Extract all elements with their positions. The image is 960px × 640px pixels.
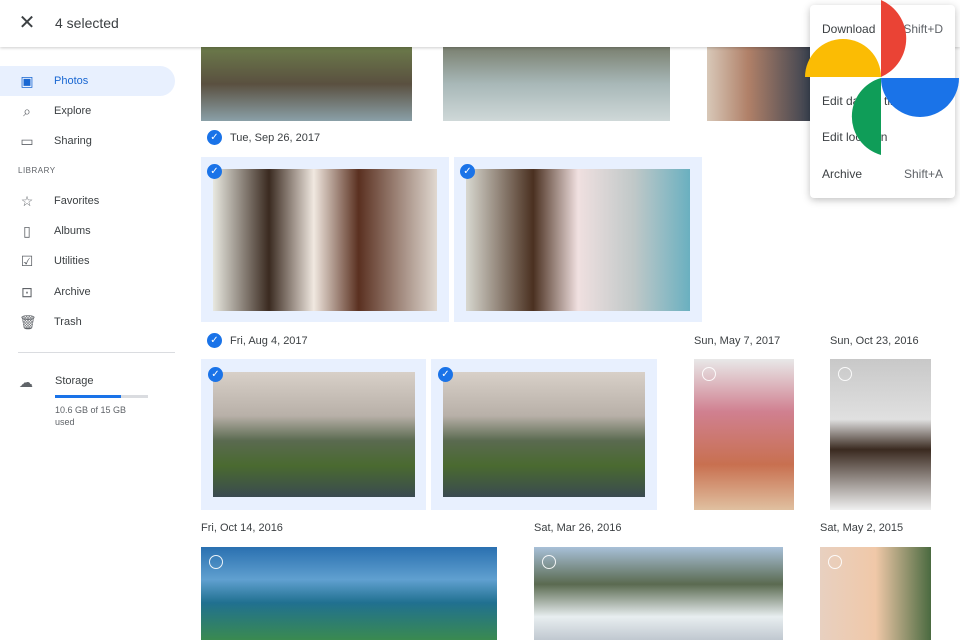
photo[interactable] [694, 359, 794, 510]
selected-count: 4 selected [55, 15, 119, 31]
date-label: Tue, Sep 26, 2017 [230, 131, 321, 144]
check-icon[interactable]: ✓ [207, 164, 222, 179]
google-photos-logo [805, 0, 959, 155]
storage-usage: 10.6 GB of 15 GB used [55, 405, 127, 427]
photo-icon: ▣ [20, 72, 34, 89]
storage-bar [55, 395, 148, 398]
date-label: Sat, Mar 26, 2016 [534, 522, 622, 534]
sidebar-item-label: Utilities [54, 255, 90, 267]
logo-petal-yellow [805, 39, 881, 77]
check-icon[interactable]: ✓ [207, 130, 222, 145]
checkbox-icon: ☑ [20, 252, 34, 269]
photo[interactable] [830, 359, 931, 510]
selected-photo-tile[interactable]: ✓ [201, 157, 449, 322]
date-group-header[interactable]: ✓ Fri, Aug 4, 2017 [207, 333, 308, 348]
archive-icon: ⊡ [21, 283, 33, 300]
date-label: Fri, Oct 14, 2016 [201, 522, 283, 534]
sidebar-item-albums[interactable]: ▯ Albums [0, 216, 175, 246]
sidebar-item-archive[interactable]: ⊡ Archive [0, 277, 175, 307]
album-icon: ▯ [23, 222, 31, 239]
logo-petal-blue [881, 78, 959, 117]
photo [466, 169, 690, 311]
photo[interactable] [534, 547, 783, 640]
sidebar-item-sharing[interactable]: ▭ Sharing [0, 126, 175, 156]
sidebar-item-label: Archive [54, 286, 91, 298]
select-circle-icon[interactable] [542, 555, 556, 569]
menu-item-archive[interactable]: Archive Shift+A [822, 167, 943, 181]
star-icon: ☆ [20, 192, 34, 209]
sidebar-item-favorites[interactable]: ☆ Favorites [0, 186, 175, 216]
storage-label[interactable]: Storage [55, 375, 94, 387]
sidebar-item-utilities[interactable]: ☑ Utilities [0, 246, 175, 276]
photo[interactable] [201, 47, 412, 121]
logo-petal-red [881, 0, 907, 77]
photo[interactable] [820, 547, 931, 640]
sidebar-item-explore[interactable]: ⌕ Explore [0, 96, 175, 126]
cloud-icon: ☁ [19, 374, 33, 390]
trash-icon: 🗑 [19, 313, 37, 330]
check-icon[interactable]: ✓ [460, 164, 475, 179]
date-label: Sun, May 7, 2017 [694, 335, 781, 347]
close-icon[interactable]: ✕ [17, 13, 37, 33]
select-circle-icon[interactable] [838, 367, 852, 381]
date-label: Sat, May 2, 2015 [820, 522, 904, 534]
photo[interactable] [707, 47, 810, 121]
logo-petal-green [851, 78, 881, 155]
date-label: Sun, Oct 23, 2016 [830, 335, 919, 347]
storage-bar-fill [55, 395, 121, 398]
sidebar-item-label: Favorites [54, 195, 100, 207]
select-circle-icon[interactable] [209, 555, 223, 569]
sidebar-item-label: Trash [54, 316, 82, 328]
check-icon[interactable]: ✓ [208, 367, 223, 382]
chat-icon: ▭ [20, 132, 34, 149]
library-heading: LIBRARY [18, 166, 56, 175]
sidebar-divider [18, 352, 175, 353]
check-icon[interactable]: ✓ [438, 367, 453, 382]
date-label: Fri, Aug 4, 2017 [230, 334, 308, 347]
check-icon[interactable]: ✓ [207, 333, 222, 348]
selected-photo-tile[interactable]: ✓ [454, 157, 702, 322]
sidebar-item-trash[interactable]: 🗑 Trash [0, 307, 175, 337]
photo[interactable] [443, 47, 670, 121]
selected-photo-tile[interactable]: ✓ [431, 359, 657, 510]
select-circle-icon[interactable] [828, 555, 842, 569]
date-group-header[interactable]: ✓ Tue, Sep 26, 2017 [207, 130, 320, 145]
sidebar-item-label: Explore [54, 105, 92, 117]
sidebar-item-label: Sharing [54, 135, 92, 147]
photo [213, 372, 415, 497]
selected-photo-tile[interactable]: ✓ [201, 359, 426, 510]
sidebar-item-photos[interactable]: ▣ Photos [0, 66, 175, 96]
photo [443, 372, 645, 497]
select-circle-icon[interactable] [702, 367, 716, 381]
sidebar-item-label: Albums [54, 225, 91, 237]
search-icon: ⌕ [23, 102, 31, 119]
sidebar-item-label: Photos [54, 75, 89, 87]
photo[interactable] [201, 547, 497, 640]
photo [213, 169, 437, 311]
